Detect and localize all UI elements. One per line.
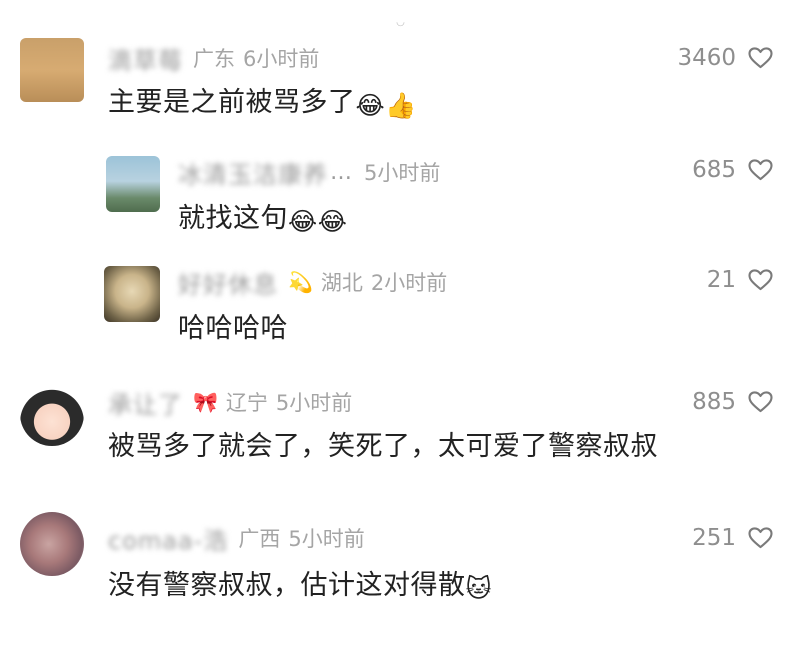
comment-text-content: 哈哈哈哈 xyxy=(178,313,288,344)
username[interactable]: comaa-浩 xyxy=(108,521,228,556)
heart-outline-icon xyxy=(748,391,773,413)
laugh-cry-emoji-icon: 😂😂 xyxy=(288,207,347,236)
username[interactable]: 冰清玉洁康养 xyxy=(178,155,328,190)
avatar[interactable] xyxy=(20,512,84,576)
timestamp: 5小时前 xyxy=(364,157,440,187)
region-label: 湖北 xyxy=(321,267,363,297)
laugh-cry-thumbs-up-emoji-icon: 😂👍 xyxy=(356,91,417,121)
timestamp: 5小时前 xyxy=(288,523,364,553)
comment-text: 哈哈哈哈 xyxy=(178,306,288,345)
comment-text-content: 就找这句 xyxy=(178,203,288,234)
avatar[interactable] xyxy=(20,382,84,446)
comment-text: 被骂多了就会了，笑死了，太可爱了警察叔叔 xyxy=(108,424,658,463)
like-count: 21 xyxy=(707,267,736,293)
heart-outline-icon xyxy=(748,159,773,181)
avatar[interactable] xyxy=(106,156,160,212)
bow-badge-icon: 🎀 xyxy=(193,392,218,412)
timestamp: 2小时前 xyxy=(371,267,447,297)
comment-header: comaa-浩 广西 5小时前 xyxy=(108,523,373,553)
sparkle-badge-icon: 💫 xyxy=(288,272,313,292)
username[interactable]: 承让了 xyxy=(108,385,183,420)
like-button[interactable]: 3460 xyxy=(677,43,773,73)
like-count: 885 xyxy=(692,389,736,415)
like-button[interactable]: 885 xyxy=(692,387,773,417)
like-button[interactable]: 251 xyxy=(692,523,773,553)
comment-text-content: 被骂多了就会了，笑死了，太可爱了警察叔叔 xyxy=(108,431,658,462)
comment-text: 就找这句😂😂 xyxy=(178,196,347,236)
comment-header: 冰清玉洁康养 … 5小时前 xyxy=(178,157,448,187)
timestamp: 6小时前 xyxy=(243,43,319,73)
region-label: 辽宁 xyxy=(226,387,268,417)
heart-outline-icon xyxy=(748,527,773,549)
like-button[interactable]: 685 xyxy=(692,155,773,185)
avatar[interactable] xyxy=(20,38,84,102)
comment-header: 好好休息 💫 湖北 2小时前 xyxy=(178,267,455,297)
heart-outline-icon xyxy=(748,269,773,291)
like-count: 3460 xyxy=(677,45,736,71)
comment-header: 承让了 🎀 辽宁 5小时前 xyxy=(108,387,360,417)
truncation-ellipsis: … xyxy=(330,160,352,185)
region-label: 广东 xyxy=(193,43,235,73)
like-count: 685 xyxy=(692,157,736,183)
comment-text: 主要是之前被骂多了😂👍 xyxy=(108,80,417,121)
cat-face-emoji-icon: 🐱 xyxy=(466,574,493,603)
timestamp: 5小时前 xyxy=(276,387,352,417)
username[interactable]: 滴草莓 xyxy=(108,41,183,76)
comment-header: 滴草莓 广东 6小时前 xyxy=(108,43,327,73)
like-button[interactable]: 21 xyxy=(707,265,773,295)
avatar[interactable] xyxy=(104,266,160,322)
username[interactable]: 好好休息 xyxy=(178,265,278,300)
heart-outline-icon xyxy=(748,47,773,69)
like-count: 251 xyxy=(692,525,736,551)
comment-text: 没有警察叔叔，估计这对得散🐱 xyxy=(108,563,492,603)
top-indicator-icon: ◡ xyxy=(396,18,405,27)
comment-text-content: 主要是之前被骂多了 xyxy=(108,87,356,118)
region-label: 广西 xyxy=(238,523,280,553)
comment-text-content: 没有警察叔叔，估计这对得散 xyxy=(108,570,466,601)
